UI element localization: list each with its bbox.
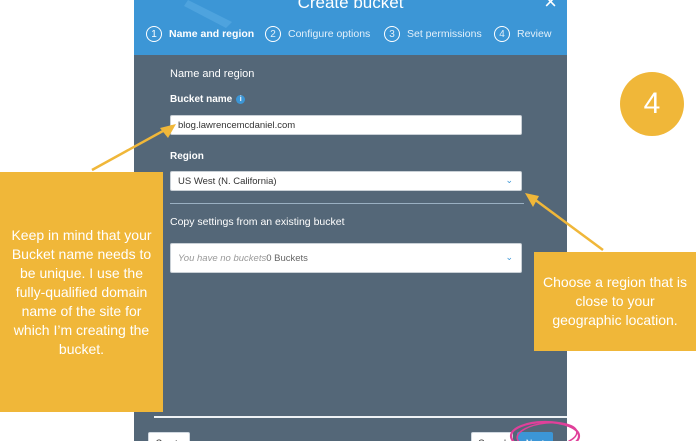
next-button[interactable]: Next: [517, 432, 553, 441]
wizard-steps: 1 Name and region 2 Configure options 3 …: [146, 24, 557, 44]
step-review[interactable]: 4 Review: [494, 24, 551, 44]
step-configure-options[interactable]: 2 Configure options: [265, 24, 370, 44]
copy-settings-select[interactable]: You have no buckets 0 Buckets ⌄: [170, 243, 522, 273]
step-number: 3: [384, 26, 400, 42]
step-label: Review: [517, 28, 552, 40]
region-value: US West (N. California): [178, 175, 277, 187]
divider: [170, 203, 524, 204]
step-label: Set permissions: [407, 28, 482, 40]
step-label: Configure options: [288, 28, 371, 40]
bucket-name-input[interactable]: blog.lawrencemcdaniel.com: [170, 115, 522, 135]
footer-divider: [154, 416, 567, 418]
modal-title: Create bucket: [297, 0, 404, 12]
copy-placeholder-count: 0 Buckets: [266, 252, 308, 264]
step-number: 2: [265, 26, 281, 42]
close-icon[interactable]: ×: [544, 0, 557, 13]
cancel-button[interactable]: Cancel: [471, 432, 513, 441]
chevron-down-icon: ⌄: [505, 251, 513, 262]
step-number: 4: [494, 26, 510, 42]
step-number: 1: [146, 26, 162, 42]
step-set-permissions[interactable]: 3 Set permissions: [384, 24, 482, 44]
create-button[interactable]: Create: [148, 432, 190, 441]
region-callout: Choose a region that is close to your ge…: [534, 252, 696, 351]
step-badge: 4: [620, 72, 684, 136]
modal-header: Create bucket × 1 Name and region 2 Conf…: [134, 0, 567, 55]
bucket-name-value: blog.lawrencemcdaniel.com: [178, 119, 296, 131]
copy-placeholder-italic: You have no buckets: [178, 252, 267, 264]
bucket-name-label: Bucket name i: [170, 94, 246, 105]
region-select[interactable]: US West (N. California) ⌄: [170, 171, 522, 191]
create-bucket-modal: Create bucket × 1 Name and region 2 Conf…: [134, 0, 567, 441]
info-icon[interactable]: i: [236, 95, 246, 104]
step-name-and-region[interactable]: 1 Name and region: [146, 24, 254, 44]
section-title: Name and region: [170, 68, 255, 80]
bucket-name-callout: Keep in mind that your Bucket name needs…: [0, 172, 163, 412]
copy-settings-label: Copy settings from an existing bucket: [170, 216, 345, 228]
bucket-name-label-text: Bucket name: [170, 94, 233, 105]
chevron-down-icon: ⌄: [505, 174, 513, 185]
step-label: Name and region: [169, 28, 255, 40]
region-label: Region: [170, 151, 204, 162]
